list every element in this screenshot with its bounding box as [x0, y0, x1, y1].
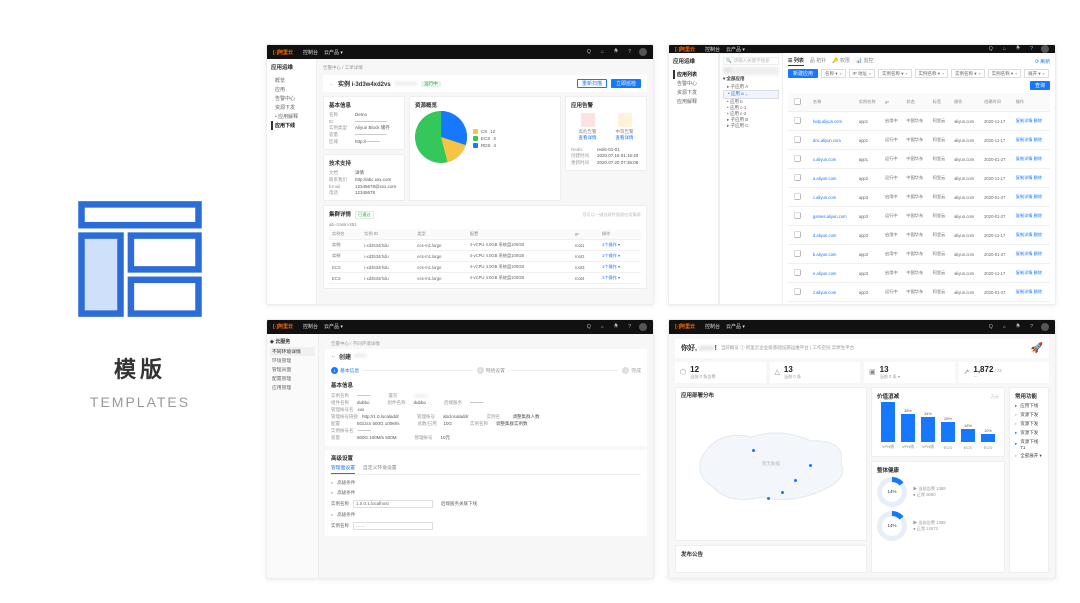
new-button[interactable]: 新建应用: [788, 69, 818, 78]
template-wizard-page: [-]阿里云控制台云产品 ▾Q⌂🕭? ◈ 云服务 不同环境详情环境管理管理员面配…: [266, 319, 654, 580]
rocket-icon: 🚀: [1031, 343, 1043, 354]
step-indicator: 1基本信息2网络设置3完成: [325, 364, 647, 377]
sidebar-item[interactable]: 告警中心: [271, 94, 312, 103]
refresh-icon[interactable]: ⟳ 刷新: [1035, 58, 1050, 65]
resource-overview-card: 资源概览 CS12ECS3RDS4: [409, 96, 561, 201]
search-icon[interactable]: Q: [585, 49, 593, 55]
app-alerts-card: 应用告警 高危告警查看详情中等告警查看详情 Redisredis-01-01创建…: [565, 96, 647, 171]
templates-intro: 模版 TEMPLATES: [20, 0, 260, 603]
sidebar-item[interactable]: 应用下线: [271, 121, 312, 130]
page-header: ← 实例 i-3d3w4xd2vs xxxxxxxxx 运行中 重新扫描 立即巡…: [323, 75, 647, 92]
template-detail-page: [-]阿里云 控制台 云产品 ▾ Q ⌂ 🕭 ? 应用运维 概览应用告警中心资源…: [266, 44, 654, 305]
cart-icon[interactable]: ⌂: [599, 49, 606, 55]
template-list-page: [-]阿里云控制台云产品 ▾Q⌂🕭? 应用运维 应用列表告警中心资源下发应用解释…: [668, 44, 1056, 305]
map-card: 应用部署分布 暂无数据: [675, 387, 867, 542]
pie-chart: [415, 111, 467, 163]
cluster-table: 实例名实例 ID类型配置IP操作实例i-xd3534rhduecs-m1.lar…: [329, 229, 641, 284]
avatar[interactable]: [639, 48, 647, 56]
secondary-button[interactable]: 重新扫描: [577, 79, 607, 88]
secondary-nav: ◈ 云服务 不同环境详情环境管理管理员面配置管理应用管理: [267, 334, 319, 579]
cluster-card: 集群详情 已通过 您可以一键创建并管理应用集群 ab.<rank>351 实例名…: [323, 205, 647, 289]
sidebar: 应用运维 概览应用告警中心资源下发• 应用解释应用下线: [267, 59, 317, 304]
sidebar-item[interactable]: 资源下发: [271, 103, 312, 112]
back-icon[interactable]: ←: [331, 353, 336, 359]
tech-support-card: 技术支持 文档详情联系我们http://abc.xxx.comEmail1234…: [323, 154, 405, 201]
sidebar-item[interactable]: 应用: [271, 85, 312, 94]
primary-button[interactable]: 立即巡检: [611, 79, 641, 88]
template-dashboard-page: [-]阿里云控制台云产品 ▾Q⌂🕭? 你好, xxxx! 当前概览 ① 阿里云企…: [668, 319, 1056, 580]
breadcrumb[interactable]: 告警中心 / 工单详情: [323, 64, 647, 71]
brand[interactable]: [-]阿里云: [273, 49, 293, 56]
title-en: TEMPLATES: [90, 394, 190, 410]
breadcrumb[interactable]: 告警中心 / 不同环境详情: [325, 339, 647, 349]
bar-chart-card: 价值消减 万元 56%VPN线38%VPN线34%VPN线28%ECS18%EC…: [871, 387, 1005, 457]
welcome-banner: 你好, xxxx! 当前概览 ① 阿里云企业级基础设施运维平台 | 工作空间 云…: [675, 339, 1049, 358]
basic-info-card: 基本信息 名称DemoID———————实例类型Aliyun Block 储存容…: [323, 96, 405, 150]
stats-row: ⬡12当前 0 条告警△13当前 0 条▣13当前 0 条 ▾↗1,872 / …: [675, 362, 1049, 383]
title-cn: 模版: [114, 352, 166, 384]
bell-icon[interactable]: 🕭: [612, 48, 620, 56]
sidebar-item[interactable]: • 应用解释: [271, 112, 312, 121]
news-card: 发布公告: [675, 545, 867, 573]
tree-search[interactable]: 🔍 请输入关键字搜索: [723, 57, 779, 65]
tabs[interactable]: ☰ 列表品 拓扑🔑 权限📊 监控: [788, 57, 874, 66]
help-icon[interactable]: ?: [626, 49, 633, 55]
quick-ops-card: 常用功能 ▸应用下线▸资源下发▸资源下发▸资源下发▸资源下线 T1▸全部展开 ▾: [1009, 387, 1049, 574]
back-icon[interactable]: ←: [329, 81, 334, 87]
search-button[interactable]: 查询: [1030, 81, 1050, 90]
templates-icon: [75, 194, 205, 324]
health-card: 整体健康 14%▶ 当前告警 1388● 正常 806014%▶ 当前告警 13…: [871, 461, 1005, 574]
data-table: 名称实例名称IP状态标签操作创建时间操作help.aliyun.comapp1启…: [788, 93, 1050, 302]
resource-tree: 🔍 请输入关键字搜索 xxxx ▾ 全部应用 ▸ 子应用 A• 应用 a• 应用…: [719, 53, 783, 305]
sidebar-item[interactable]: 概览: [271, 76, 312, 85]
topbar: [-]阿里云 控制台 云产品 ▾ Q ⌂ 🕭 ?: [267, 45, 653, 59]
